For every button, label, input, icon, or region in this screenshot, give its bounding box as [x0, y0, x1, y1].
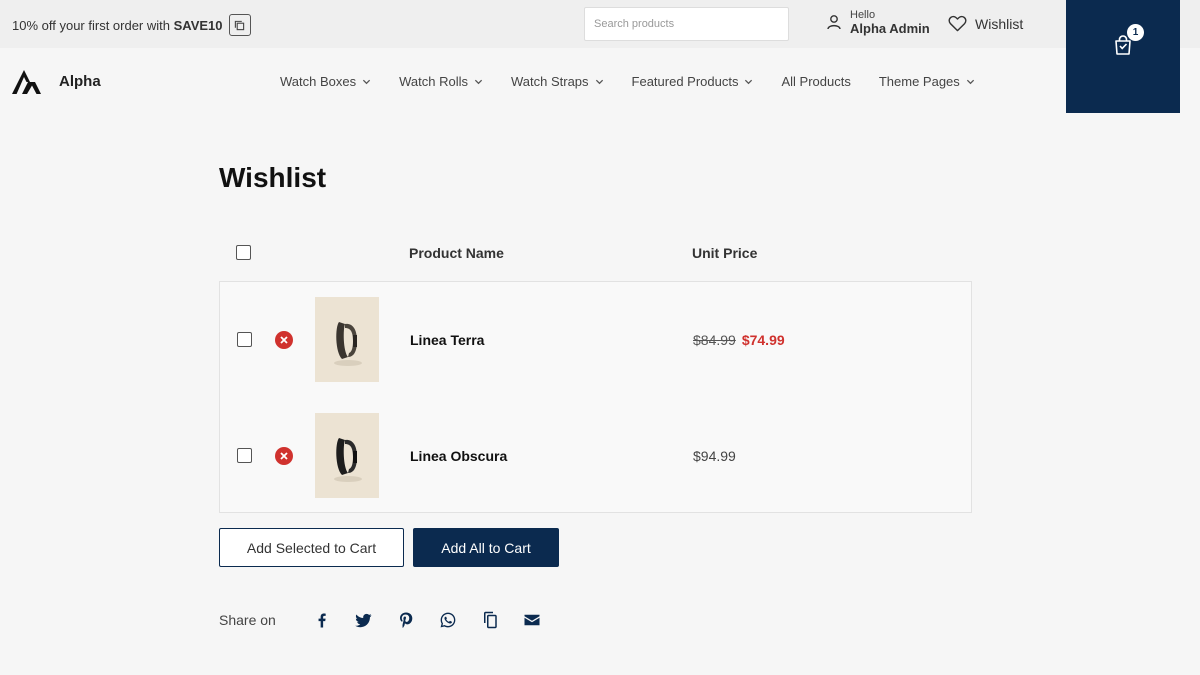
wishlist-link[interactable]: Wishlist [948, 15, 1023, 32]
promo-text: 10% off your first order with [12, 17, 170, 33]
facebook-icon[interactable] [312, 610, 332, 630]
chevron-down-icon [745, 79, 753, 85]
account-link[interactable]: Hello Alpha Admin [826, 9, 930, 35]
cart-count-badge: 1 [1127, 23, 1144, 41]
copy-icon [234, 20, 245, 30]
table-row: Linea Terra $84.99 $74.99 [220, 282, 971, 398]
copy-link-icon[interactable] [480, 610, 500, 630]
nav-item-label: Featured Products [631, 74, 739, 89]
nav-item-label: Watch Rolls [399, 74, 468, 89]
row-checkbox[interactable] [237, 332, 252, 347]
close-icon [280, 452, 288, 460]
wishlist-table: Linea Terra $84.99 $74.99 Linea Obscura $… [219, 281, 972, 513]
nav-item-label: All Products [781, 74, 851, 89]
add-selected-to-cart-button[interactable]: Add Selected to Cart [219, 528, 404, 567]
column-header-product-name: Product Name [409, 245, 504, 261]
nav-item-label: Watch Straps [510, 74, 589, 89]
sale-price: $74.99 [741, 332, 785, 348]
heart-icon [948, 15, 967, 32]
promo-code: SAVE10 [173, 17, 223, 33]
remove-item-button[interactable] [275, 331, 293, 349]
email-icon[interactable] [522, 610, 542, 630]
product-price: $84.99 $74.99 [693, 332, 785, 348]
pinterest-icon[interactable] [396, 610, 416, 630]
watch-strap-image [334, 438, 362, 482]
chevron-down-icon [595, 79, 603, 85]
nav-item-featured-products[interactable]: Featured Products [632, 74, 754, 89]
twitter-icon[interactable] [354, 610, 374, 630]
product-name[interactable]: Linea Terra [410, 332, 484, 348]
logo-text: Alpha [59, 73, 101, 90]
top-bar: 10% off your first order with SAVE10 Hel… [0, 0, 1200, 113]
share-bar: Share on [219, 610, 564, 630]
nav-item-label: Theme Pages [878, 74, 960, 89]
product-name[interactable]: Linea Obscura [410, 448, 507, 464]
page-title: Wishlist [219, 162, 327, 193]
logo[interactable]: Alpha [12, 68, 101, 95]
wishlist-table-header: Product Name Unit Price [219, 233, 972, 273]
regular-price: $94.99 [693, 448, 736, 464]
logo-icon [12, 70, 41, 94]
chevron-down-icon [363, 79, 371, 85]
row-checkbox[interactable] [237, 448, 252, 463]
table-row: Linea Obscura $94.99 [220, 398, 971, 514]
nav-item-all-products[interactable]: All Products [781, 74, 850, 89]
nav-item-watch-boxes[interactable]: Watch Boxes [280, 74, 371, 89]
nav-item-theme-pages[interactable]: Theme Pages [879, 74, 975, 89]
column-header-unit-price: Unit Price [692, 245, 758, 261]
user-icon [827, 15, 841, 30]
nav-item-watch-rolls[interactable]: Watch Rolls [399, 74, 483, 89]
account-name: Alpha Admin [850, 21, 930, 36]
cart-button[interactable]: 1 [1066, 0, 1180, 113]
chevron-down-icon [474, 79, 483, 85]
remove-item-button[interactable] [275, 447, 293, 465]
product-price: $94.99 [693, 448, 736, 464]
copy-code-button[interactable] [228, 14, 251, 36]
add-all-to-cart-button[interactable]: Add All to Cart [413, 528, 559, 567]
whatsapp-icon[interactable] [438, 610, 458, 630]
close-icon [280, 336, 288, 344]
chevron-down-icon [966, 79, 974, 85]
product-thumbnail[interactable] [315, 413, 379, 498]
search-input[interactable] [584, 7, 789, 41]
nav-item-label: Watch Boxes [280, 74, 357, 89]
wishlist-label: Wishlist [975, 15, 1024, 32]
promo-banner: 10% off your first order with SAVE10 [12, 14, 251, 36]
select-all-checkbox[interactable] [236, 245, 251, 260]
share-label: Share on [219, 612, 276, 628]
original-price: $84.99 [693, 332, 736, 348]
nav-item-watch-straps[interactable]: Watch Straps [511, 74, 604, 89]
main-nav: Watch Boxes Watch Rolls Watch Straps Fea… [280, 74, 1003, 89]
product-thumbnail[interactable] [315, 297, 379, 382]
watch-strap-image [334, 322, 362, 366]
